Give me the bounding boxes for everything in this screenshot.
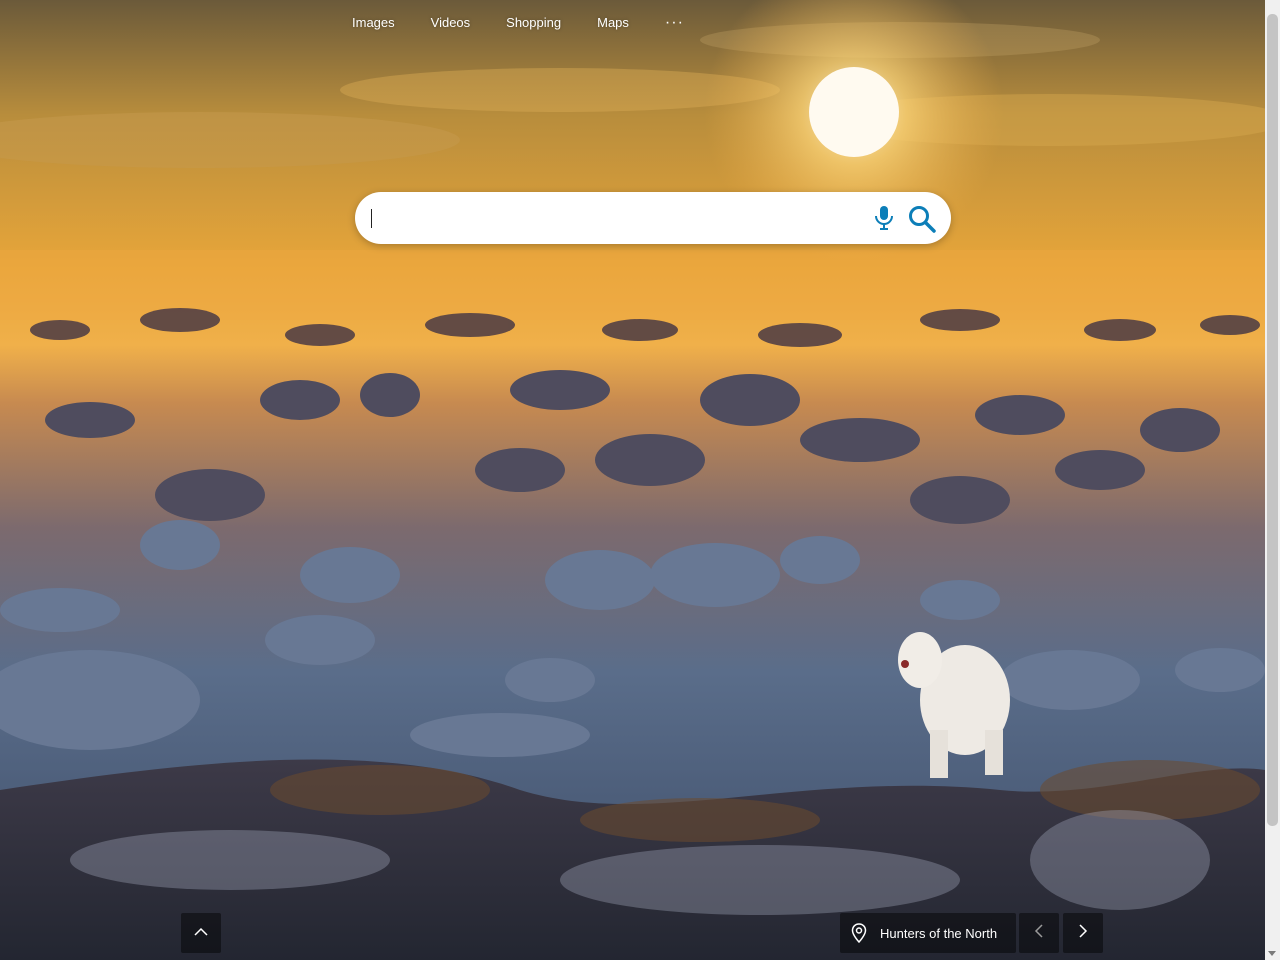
next-image-button[interactable] bbox=[1063, 913, 1103, 953]
nav-shopping-link[interactable]: Shopping bbox=[488, 0, 579, 46]
collapse-button[interactable] bbox=[181, 913, 221, 953]
image-title: Hunters of the North bbox=[880, 925, 998, 941]
chevron-left-icon bbox=[1034, 923, 1044, 944]
location-pin-icon bbox=[851, 923, 867, 944]
scrollbar-thumb[interactable] bbox=[1267, 14, 1278, 826]
vertical-scrollbar[interactable] bbox=[1265, 0, 1280, 960]
top-nav: Images Videos Shopping Maps ··· bbox=[334, 0, 702, 46]
chevron-up-icon bbox=[193, 924, 209, 942]
chevron-right-icon bbox=[1078, 923, 1088, 944]
background-image bbox=[0, 0, 1265, 960]
nav-images-link[interactable]: Images bbox=[334, 0, 413, 46]
more-menu-button[interactable]: ··· bbox=[647, 3, 702, 43]
previous-image-button[interactable] bbox=[1019, 913, 1059, 953]
text-cursor bbox=[371, 209, 372, 228]
scroll-down-arrow[interactable] bbox=[1268, 951, 1276, 956]
microphone-icon[interactable] bbox=[871, 204, 897, 232]
search-input[interactable] bbox=[373, 202, 843, 234]
nav-maps-link[interactable]: Maps bbox=[579, 0, 647, 46]
search-icon[interactable] bbox=[907, 204, 937, 234]
search-box bbox=[355, 192, 951, 244]
nav-videos-link[interactable]: Videos bbox=[413, 0, 489, 46]
image-info-button[interactable]: Hunters of the North bbox=[840, 913, 1016, 953]
